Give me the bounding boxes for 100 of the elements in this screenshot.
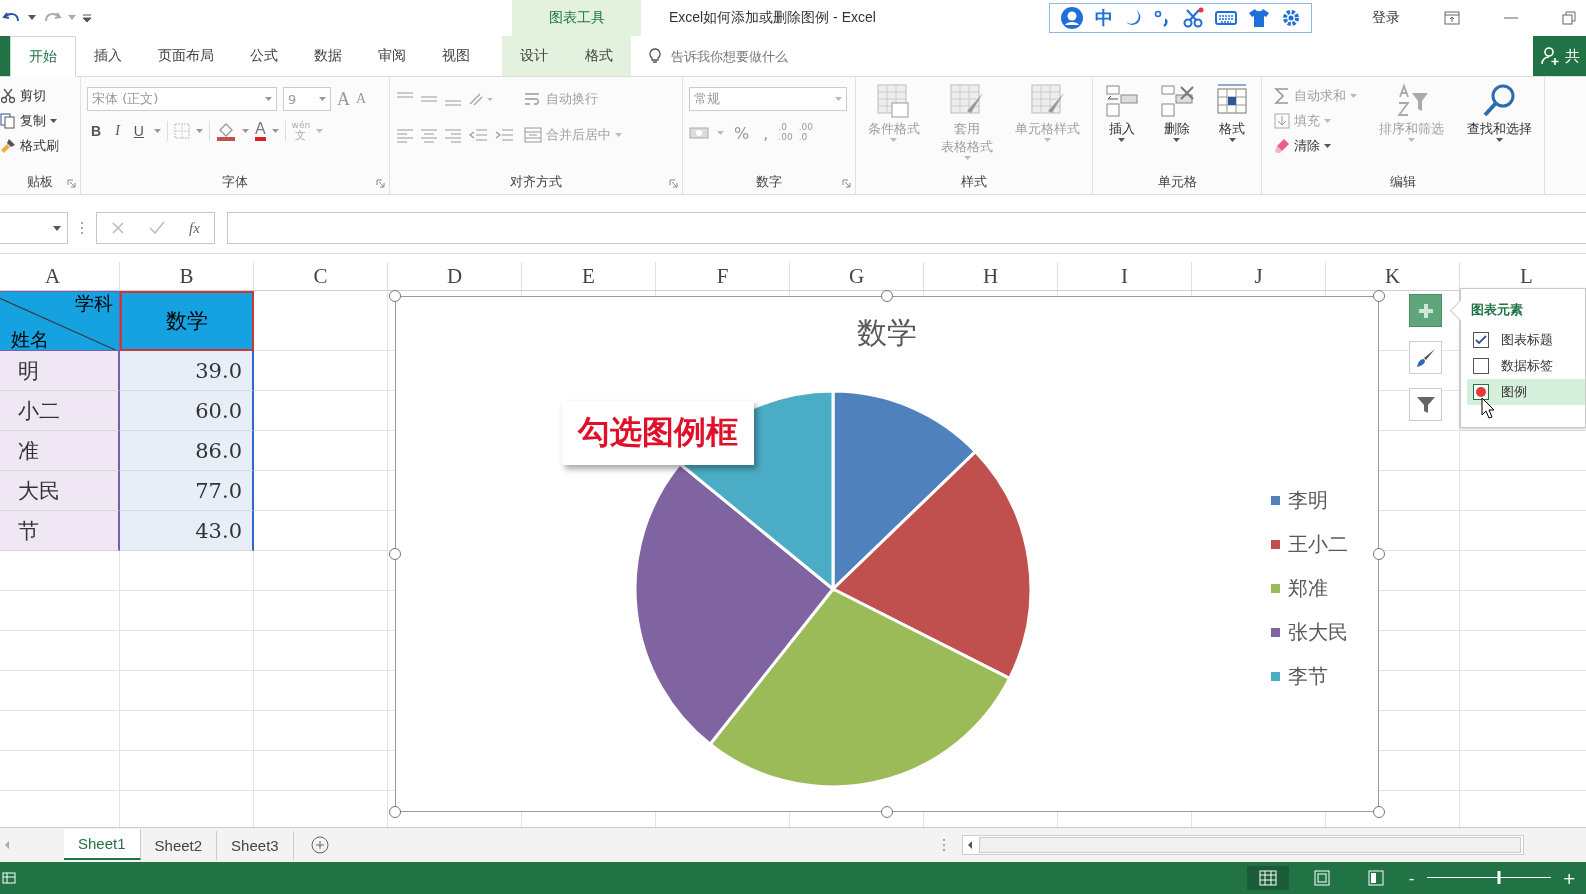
lightbulb-icon <box>649 48 661 64</box>
keyboard-icon[interactable] <box>1215 10 1237 26</box>
scissors-icon <box>0 88 16 104</box>
dialog-launcher-icon[interactable] <box>842 179 851 188</box>
ribbon-command[interactable]: 格式刷 <box>0 137 59 155</box>
chart-area[interactable]: 数学 李明 王小二 郑准 张大民 李节 勾选图例框 <box>395 296 1379 812</box>
increase-indent-icon[interactable] <box>494 127 514 143</box>
add-sheet-icon[interactable] <box>309 835 330 855</box>
ribbon-command[interactable]: 格式 <box>1214 83 1251 143</box>
column-header[interactable]: G <box>790 262 924 290</box>
column-header[interactable]: I <box>1058 262 1192 290</box>
ribbon-command[interactable]: 剪切 <box>0 87 59 105</box>
caret-icon <box>265 96 272 102</box>
decrease-indent-icon[interactable] <box>468 127 488 143</box>
chart-filters-button[interactable] <box>1409 388 1442 421</box>
chart-elements-button[interactable] <box>1409 294 1442 327</box>
insert-cells-icon <box>1103 83 1140 119</box>
cancel-icon[interactable] <box>111 221 125 235</box>
check-icon[interactable] <box>149 221 165 235</box>
column-header[interactable]: H <box>924 262 1058 290</box>
resize-handle[interactable] <box>389 806 401 818</box>
orientation-icon[interactable] <box>468 91 494 107</box>
ribbon-tab[interactable]: 格式 <box>578 36 619 76</box>
customize-icon[interactable] <box>82 13 92 23</box>
checkbox[interactable] <box>1473 384 1489 400</box>
column-header[interactable]: C <box>254 262 388 290</box>
page-icon <box>1366 870 1385 886</box>
column-header[interactable]: F <box>656 262 790 290</box>
shirt-icon[interactable] <box>1248 8 1270 28</box>
zoom-in-button[interactable]: + <box>1562 868 1576 888</box>
share-button[interactable]: 共 <box>1533 36 1586 76</box>
punctuation-icon[interactable] <box>1153 8 1171 28</box>
formula-input[interactable] <box>226 212 1586 244</box>
chart-element-option[interactable]: 数据标签 <box>1467 353 1585 379</box>
ribbon-tab[interactable]: 设计 <box>514 36 555 76</box>
more-icon[interactable] <box>80 221 84 235</box>
caret-icon <box>1228 138 1236 143</box>
column-header[interactable]: D <box>388 262 522 290</box>
scissors-icon[interactable] <box>1182 7 1204 29</box>
more-icon[interactable] <box>942 838 946 852</box>
chart-element-option[interactable]: 图例 <box>1467 379 1585 405</box>
ribbon-tab[interactable]: 公式 <box>232 36 296 76</box>
horizontal-scrollbar[interactable] <box>962 835 1524 855</box>
sheet-tab[interactable]: Sheet2 <box>140 830 218 860</box>
tell-me-field[interactable]: 告诉我你想要做什么 <box>669 47 873 65</box>
sheet-tab[interactable]: Sheet3 <box>217 830 294 860</box>
caret-icon <box>964 156 971 161</box>
group-label: 字体 <box>222 173 248 191</box>
ribbon-command[interactable]: 查找和选择 <box>1466 83 1532 143</box>
chart-styles-button[interactable] <box>1409 341 1442 374</box>
ribbon-command[interactable]: 清除 <box>1274 137 1358 155</box>
ribbon-display-icon[interactable] <box>1444 11 1460 25</box>
caret-icon[interactable] <box>1324 143 1332 149</box>
normal-view-button[interactable] <box>1246 866 1289 890</box>
ribbon-tab[interactable]: 插入 <box>76 36 140 76</box>
ribbon-tab[interactable]: 页面布局 <box>140 36 232 76</box>
delete-cells-icon <box>1159 83 1195 119</box>
column-header[interactable]: K <box>1326 262 1460 290</box>
chart-element-option[interactable]: 图表标题 <box>1467 327 1585 353</box>
ribbon-tab[interactable]: 数据 <box>296 36 360 76</box>
ribbon-tab[interactable]: 视图 <box>424 36 488 76</box>
column-header[interactable]: B <box>120 262 254 290</box>
fill-color-icon[interactable] <box>215 121 236 141</box>
dialog-launcher-icon[interactable] <box>669 179 678 188</box>
ime-mode-label[interactable]: 中 <box>1095 6 1113 30</box>
ribbon-command[interactable]: 复制 <box>0 112 59 130</box>
ribbon-command[interactable]: 删除 <box>1159 83 1195 143</box>
legend-key <box>1271 540 1280 549</box>
mouse-cursor-icon <box>1481 397 1495 419</box>
currency-icon[interactable] <box>689 125 711 141</box>
resize-handle[interactable] <box>389 548 401 560</box>
wrap-text-icon <box>524 91 542 107</box>
checkbox[interactable] <box>1473 332 1489 348</box>
zoom-out-button[interactable]: - <box>1408 868 1415 888</box>
caret-icon[interactable] <box>28 15 36 21</box>
column-header[interactable]: A <box>0 262 120 290</box>
ribbon-tab[interactable]: 审阅 <box>360 36 424 76</box>
table-cell: 77.0 <box>120 471 254 511</box>
filter-icon <box>1415 394 1436 415</box>
table-cell: 准 <box>0 431 120 471</box>
column-header[interactable]: E <box>522 262 656 290</box>
user-icon[interactable] <box>1060 6 1084 30</box>
checkbox[interactable] <box>1473 358 1489 374</box>
caret-icon <box>890 138 898 143</box>
zoom-slider-thumb[interactable] <box>1497 871 1500 884</box>
caret-icon[interactable] <box>50 118 57 124</box>
sheet-tab[interactable]: Sheet1 <box>64 828 141 860</box>
sign-in-link[interactable]: 登录 <box>1372 9 1400 27</box>
resize-handle[interactable] <box>1373 806 1385 818</box>
dialog-launcher-icon[interactable] <box>376 179 385 188</box>
dialog-launcher-icon[interactable] <box>67 179 76 188</box>
column-header[interactable]: J <box>1192 262 1326 290</box>
macro-icon[interactable] <box>2 871 16 885</box>
restore-icon[interactable] <box>1562 11 1576 25</box>
insert-function-button[interactable]: fx <box>189 219 200 237</box>
ribbon-tab[interactable]: 开始 <box>10 36 76 77</box>
legend-key <box>1271 672 1280 681</box>
ribbon-command[interactable]: 插入 <box>1103 83 1140 143</box>
settings-icon[interactable] <box>1281 8 1301 28</box>
name-box[interactable] <box>0 212 68 244</box>
